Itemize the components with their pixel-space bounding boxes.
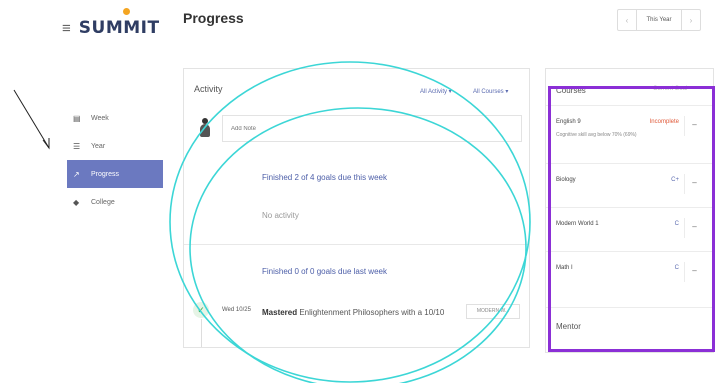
annotation-highlight-box (548, 86, 715, 352)
list-icon: ☰ (73, 141, 81, 151)
period-label[interactable]: This Year (636, 10, 682, 30)
entry-description: Enlightenment Philosophers with a 10/10 (297, 308, 445, 317)
sidebar-item-label: Progress (91, 170, 120, 178)
sidebar-item-label: College (91, 198, 115, 206)
period-selector: ‹ This Year › (617, 9, 701, 31)
brand: ≡ SUMMIT (62, 8, 160, 38)
course-tag[interactable]: MODERN W... (466, 304, 520, 319)
goals-this-week-link[interactable]: Finished 2 of 4 goals due this week (262, 173, 387, 182)
sidebar-item-college[interactable]: ◆ College (67, 188, 163, 216)
hamburger-menu-icon[interactable]: ≡ (62, 21, 71, 36)
activity-card: Activity All Activity ▾ All Courses ▾ Fi… (183, 68, 530, 348)
logo-sun-icon (122, 8, 130, 15)
page-title: Progress (183, 10, 244, 26)
summit-logo[interactable]: SUMMIT (78, 8, 160, 38)
entry-text: Mastered Enlightenment Philosophers with… (262, 305, 462, 320)
annotation-arrow (13, 89, 50, 150)
sidebar-item-progress[interactable]: ↗ Progress (67, 160, 163, 188)
activity-filter-dropdown[interactable]: All Activity ▾ (420, 88, 452, 95)
sidebar-item-label: Year (91, 142, 106, 150)
divider (184, 244, 529, 245)
next-period-button[interactable]: › (682, 10, 700, 30)
sidebar-item-week[interactable]: ▤ Week (67, 104, 163, 132)
avatar-icon (198, 118, 212, 140)
prev-period-button[interactable]: ‹ (618, 10, 636, 30)
add-note-input[interactable] (222, 115, 522, 142)
timeline-line (201, 319, 202, 347)
logo-text: SUMMIT (78, 18, 160, 38)
calendar-icon: ▤ (73, 113, 81, 123)
sidebar-item-label: Week (91, 114, 109, 122)
activity-title: Activity (194, 84, 223, 94)
entry-date: Wed 10/25 (222, 307, 251, 313)
sidebar-item-year[interactable]: ☰ Year (67, 132, 163, 160)
courses-filter-dropdown[interactable]: All Courses ▾ (473, 88, 508, 95)
graduation-cap-icon: ◆ (73, 197, 80, 207)
entry-status: Mastered (262, 308, 298, 317)
note-input-row (194, 115, 522, 142)
sidebar-nav: ▤ Week ☰ Year ↗ Progress ◆ College (67, 104, 163, 216)
check-icon: ✓ (193, 302, 209, 318)
goals-last-week-link[interactable]: Finished 0 of 0 goals due last week (262, 267, 387, 276)
no-activity-text: No activity (262, 211, 299, 220)
chart-line-icon: ↗ (73, 169, 80, 179)
activity-header: Activity All Activity ▾ All Courses ▾ (184, 69, 529, 107)
